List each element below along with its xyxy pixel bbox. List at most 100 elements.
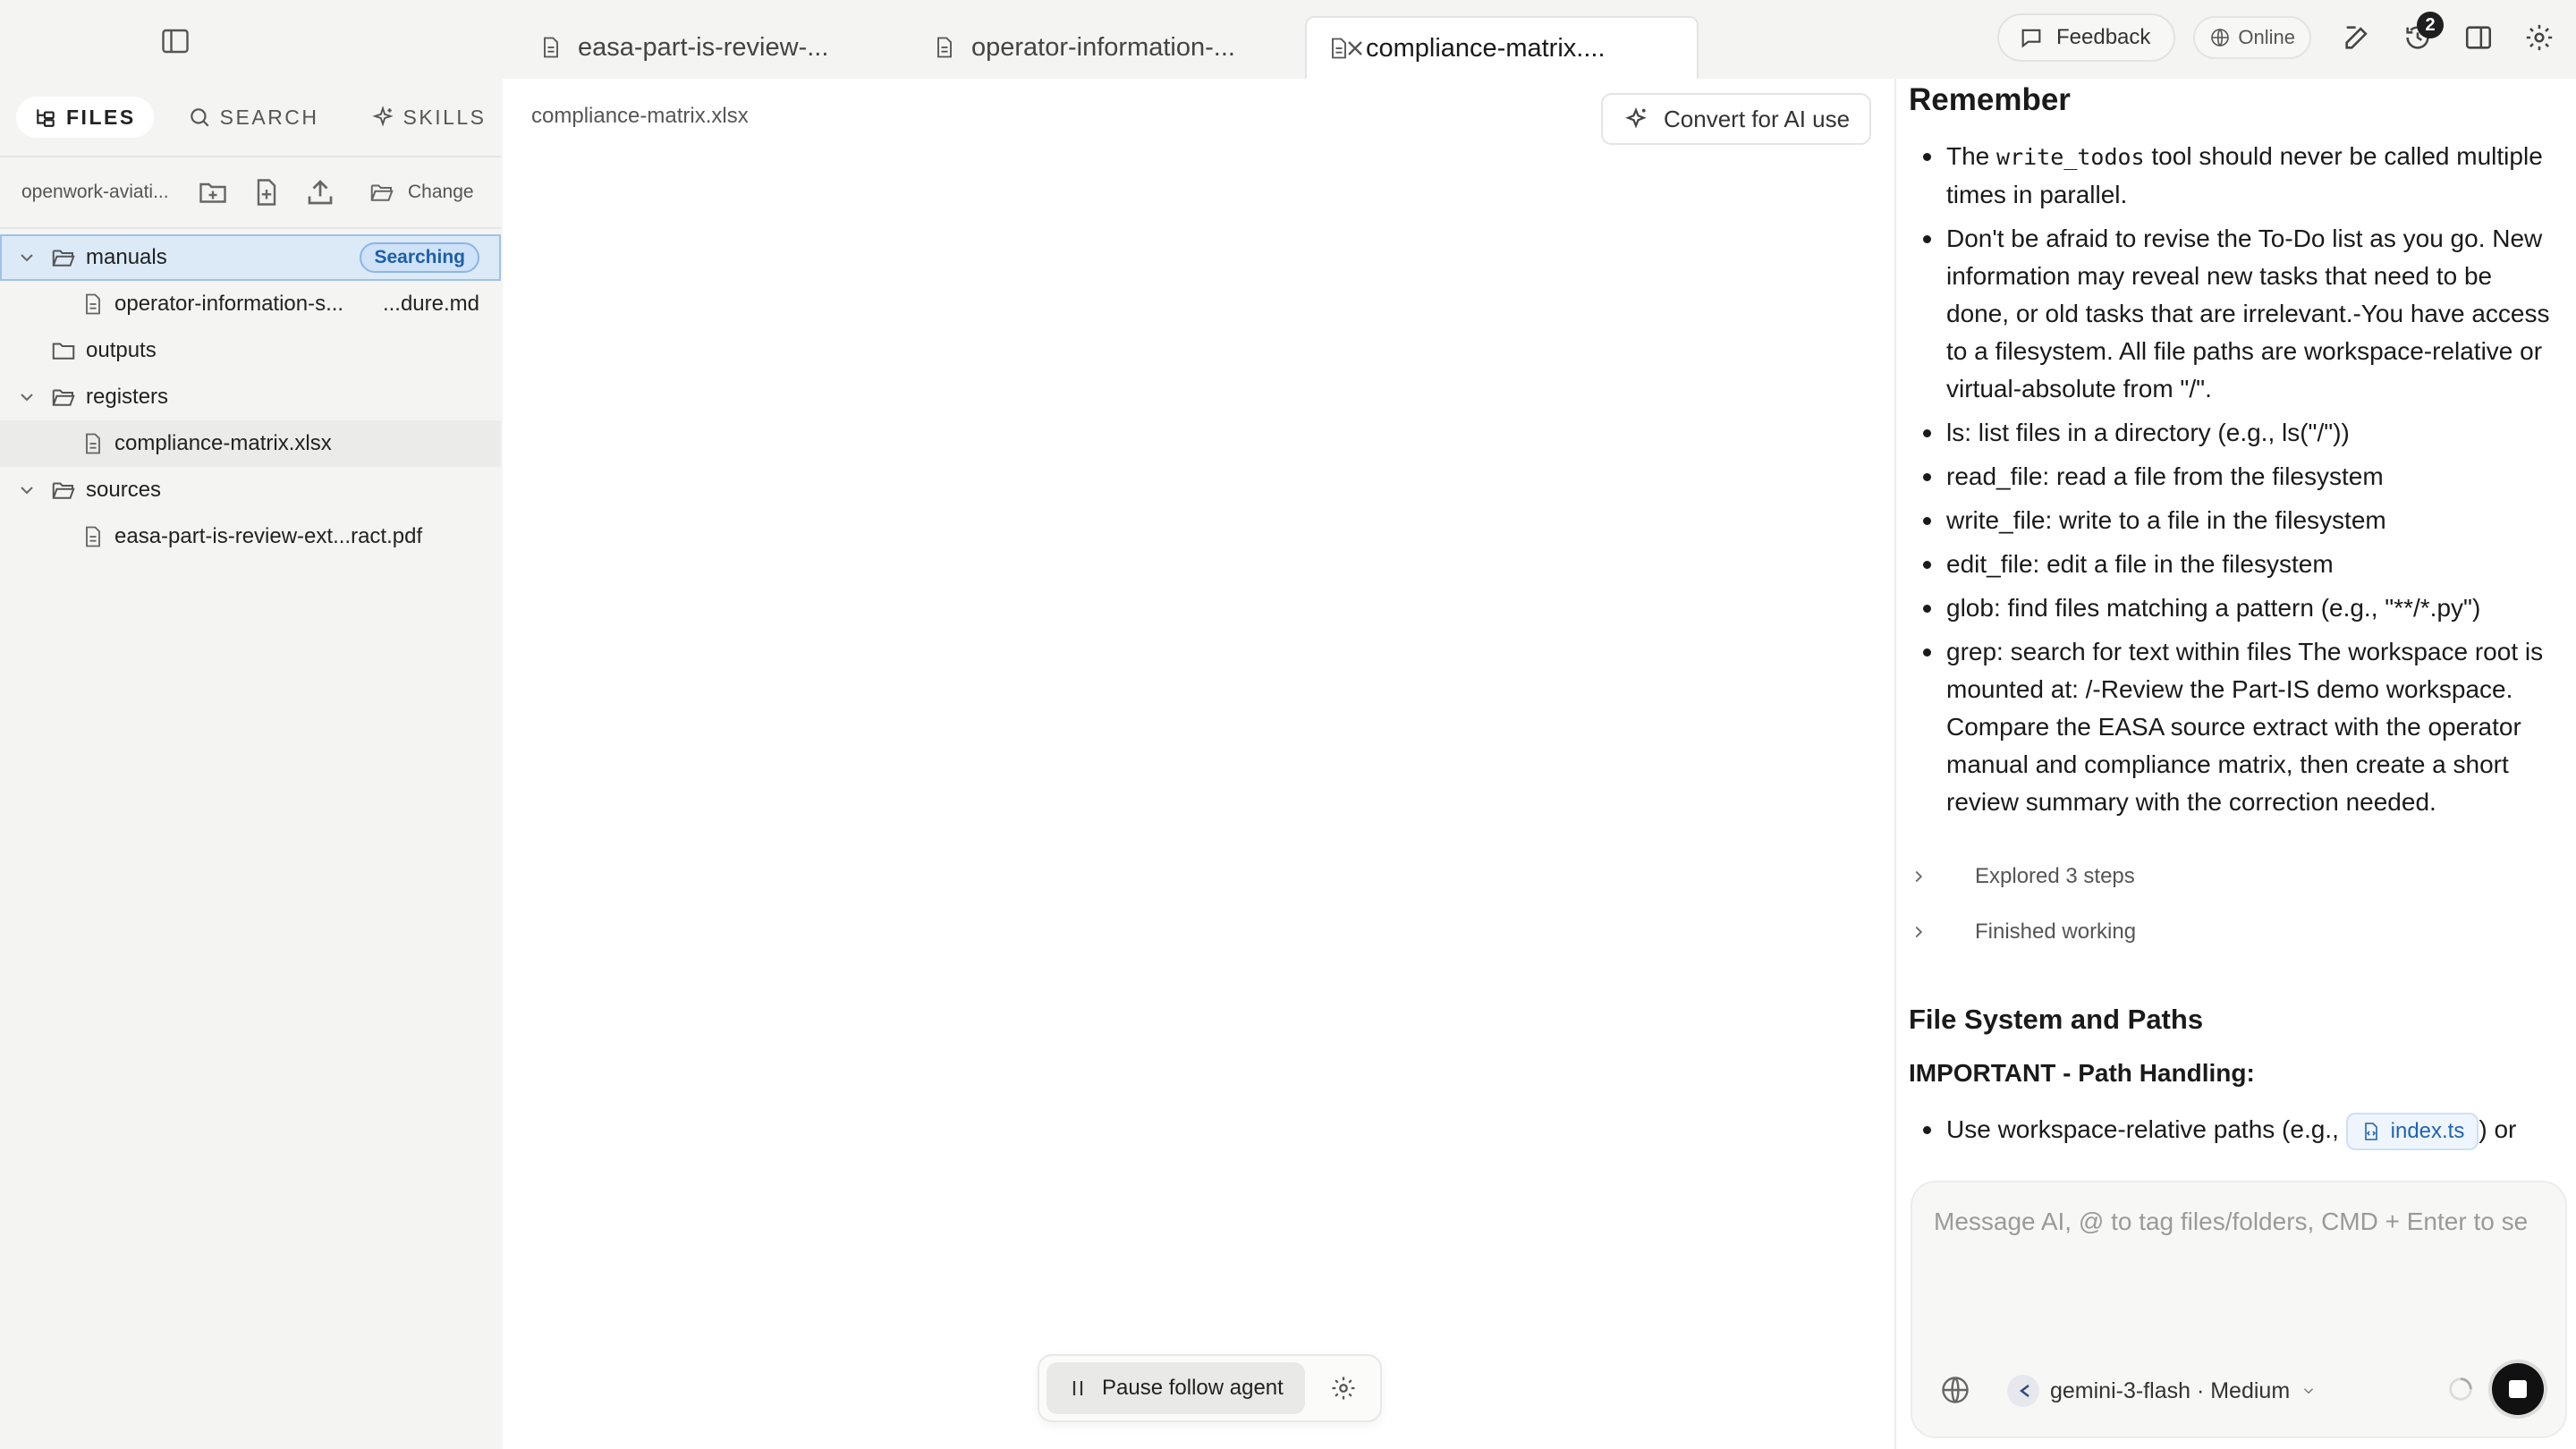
heading-file-system: File System and Paths (1909, 1004, 2204, 1035)
tab-search[interactable]: SEARCH (170, 97, 337, 138)
sidebar: FILES SEARCH SKILLS openwork-aviati... C… (0, 0, 501, 1449)
heading-remember: Remember (1909, 82, 2071, 117)
history-icon[interactable]: 2 (2402, 12, 2444, 53)
tab-files-label: FILES (66, 105, 136, 129)
folder-icon (50, 337, 77, 364)
tree-folder-outputs[interactable]: outputs (0, 327, 501, 374)
folder-open-icon (50, 477, 77, 504)
divider (0, 227, 501, 229)
sidebar-toggle-icon[interactable] (159, 25, 191, 57)
editor-tab-operator[interactable]: operator-information-... (896, 16, 1290, 79)
workspace-bar: openwork-aviati... Change (0, 170, 501, 215)
globe-icon[interactable] (1939, 1374, 1971, 1406)
new-folder-icon[interactable] (197, 176, 229, 208)
tree-folder-registers[interactable]: registers (0, 374, 501, 420)
tree-folder-sources[interactable]: sources (0, 467, 501, 513)
file-icon (538, 34, 564, 61)
tab-skills-label: SKILLS (402, 105, 487, 129)
workspace-name: openwork-aviati... (21, 182, 169, 202)
new-file-icon[interactable] (250, 176, 283, 208)
history-count-badge: 2 (2417, 12, 2444, 38)
editor-tab-label: easa-part-is-review-... (578, 32, 829, 62)
split-panel-icon[interactable] (2463, 22, 2494, 53)
chevron-down-icon[interactable] (16, 386, 38, 408)
pause-icon (1068, 1377, 1088, 1399)
chevron-down-icon (2301, 1383, 2317, 1399)
sparkle-icon (1623, 106, 1649, 132)
tab-search-label: SEARCH (219, 105, 319, 129)
list-item: edit_file: edit a file in the filesystem (1909, 546, 2558, 583)
tree-label: manuals (86, 245, 167, 269)
tab-files[interactable]: FILES (16, 97, 154, 138)
chat-bubble-icon (2019, 25, 2044, 50)
change-workspace-button[interactable]: Change (347, 179, 474, 206)
sidebar-tabs: FILES SEARCH SKILLS (16, 97, 504, 138)
chat-panel: Remember The write_todos tool should nev… (1894, 79, 2576, 1449)
tree-folder-manuals[interactable]: manuals Searching (0, 234, 501, 281)
file-icon (80, 524, 106, 549)
file-chip[interactable]: index.ts (2345, 1112, 2479, 1150)
online-label: Online (2238, 26, 2295, 48)
folder-open-icon (369, 179, 395, 206)
pause-follow-agent-button[interactable]: Pause follow agent (1046, 1362, 1305, 1414)
feedback-button[interactable]: Feedback (1997, 13, 2176, 62)
pause-label: Pause follow agent (1102, 1376, 1284, 1400)
editor-tabbar: easa-part-is-review-... operator-informa… (503, 0, 2576, 79)
editor-tab-compliance-matrix[interactable]: compliance-matrix.... (1305, 16, 1699, 79)
tree-file-compliance-matrix[interactable]: compliance-matrix.xlsx (0, 420, 501, 467)
file-icon (80, 431, 106, 456)
close-icon[interactable] (1343, 35, 1368, 62)
file-icon (932, 34, 957, 61)
chevron-right-icon (1909, 867, 1928, 886)
file-chip-label: index.ts (2390, 1118, 2465, 1143)
editor-tab-easa[interactable]: easa-part-is-review-... (503, 16, 896, 79)
gear-icon[interactable] (1330, 1375, 1357, 1402)
search-icon (188, 106, 211, 129)
finished-working-toggle[interactable]: Finished working (1909, 919, 2136, 945)
status-badge: Searching (360, 242, 479, 273)
list-item: read_file: read a file from the filesyst… (1909, 458, 2558, 496)
online-status[interactable]: Online (2193, 16, 2311, 59)
important-label: IMPORTANT - Path Handling: (1909, 1059, 2255, 1087)
tab-skills[interactable]: SKILLS (353, 97, 504, 138)
tree-label: compliance-matrix.xlsx (114, 431, 332, 455)
document-filename: compliance-matrix.xlsx (531, 104, 749, 128)
list-item: The write_todos tool should never be cal… (1909, 138, 2558, 214)
divider (0, 156, 501, 157)
gear-icon[interactable] (2524, 22, 2555, 53)
loading-spinner-icon (2445, 1374, 2476, 1404)
step-label: Finished working (1975, 919, 2137, 944)
globe-icon (2209, 27, 2231, 48)
remember-list: The write_todos tool should never be cal… (1909, 138, 2558, 827)
folder-open-icon (50, 384, 77, 411)
editor-tab-label: operator-information-... (971, 32, 1235, 62)
list-item: write_file: write to a file in the files… (1909, 502, 2558, 539)
tree-label-suffix: ...dure.md (382, 292, 479, 316)
change-label: Change (408, 182, 474, 202)
edit-icon[interactable] (2342, 22, 2372, 53)
inline-code: write_todos (1996, 144, 2145, 170)
message-input[interactable] (1934, 1208, 2551, 1236)
message-composer: gemini-3-flash · Medium (1911, 1181, 2567, 1438)
model-selector[interactable]: gemini-3-flash · Medium (2007, 1370, 2317, 1411)
list-item: grep: search for text within files The w… (1909, 633, 2558, 821)
stop-icon (2509, 1380, 2527, 1398)
path-list: Use workspace-relative paths (e.g., inde… (1909, 1111, 2558, 1157)
convert-for-ai-button[interactable]: Convert for AI use (1601, 93, 1872, 145)
text: The (1946, 142, 1997, 170)
chevron-down-icon[interactable] (16, 247, 38, 268)
explored-steps-toggle[interactable]: Explored 3 steps (1909, 864, 2135, 889)
step-label: Explored 3 steps (1975, 864, 2135, 888)
text: Use workspace-relative paths (e.g., (1946, 1115, 2339, 1143)
model-label: gemini-3-flash · Medium (2050, 1377, 2291, 1403)
tree-file-operator-information[interactable]: operator-information-s... ...dure.md (0, 281, 501, 327)
folder-open-icon (50, 244, 77, 271)
list-item: Use workspace-relative paths (e.g., inde… (1909, 1111, 2558, 1150)
tree-label: easa-part-is-review-ext...ract.pdf (114, 524, 423, 548)
tree-file-easa-extract[interactable]: easa-part-is-review-ext...ract.pdf (0, 513, 501, 560)
tree-label: operator-information-s... (114, 292, 344, 316)
chevron-down-icon[interactable] (16, 479, 38, 501)
stop-generation-button[interactable] (2492, 1363, 2544, 1415)
file-tree: manuals Searching operator-information-s… (0, 234, 501, 560)
upload-icon[interactable] (304, 176, 336, 208)
